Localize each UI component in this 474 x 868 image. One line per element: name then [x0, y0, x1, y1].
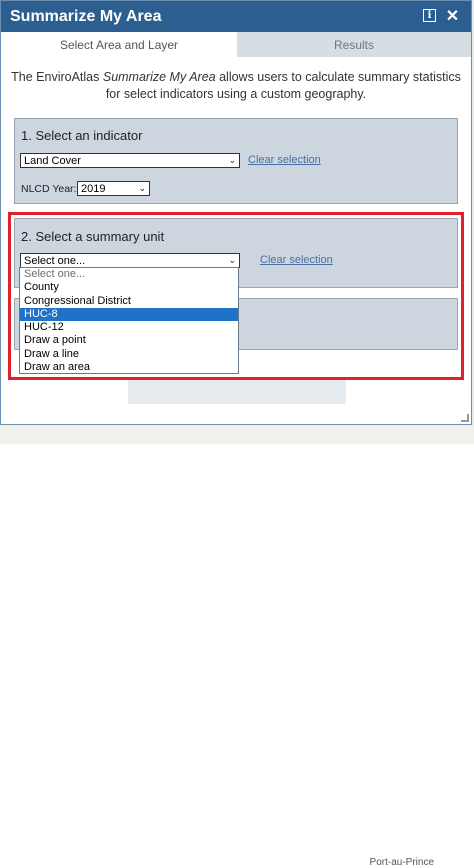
summary-unit-dropdown[interactable]: Select one... County Congressional Distr… — [19, 267, 239, 374]
indicator-section: 1. Select an indicator Land Cover ⌄ Clea… — [14, 118, 458, 204]
nlcd-year-label: NLCD Year: — [21, 183, 77, 195]
nlcd-year-select[interactable]: 2019 ⌄ — [77, 181, 150, 196]
dropdown-option[interactable]: Draw a point — [20, 334, 238, 347]
summary-unit-clear-link[interactable]: Clear selection — [260, 254, 333, 266]
panel-titlebar: Summarize My Area i ✕ — [1, 1, 471, 32]
map-city-label: Port-au-Prince — [369, 857, 434, 868]
close-icon[interactable]: ✕ — [445, 8, 460, 25]
info-icon[interactable]: i — [422, 8, 437, 23]
map-strip: Port-au-Prince — [0, 425, 474, 868]
dropdown-option[interactable]: Draw a line — [20, 348, 238, 361]
dropdown-option[interactable]: HUC-12 — [20, 321, 238, 334]
calculate-button[interactable] — [128, 378, 346, 404]
chevron-down-icon: ⌄ — [228, 155, 236, 165]
chevron-down-icon: ⌄ — [228, 255, 236, 265]
summary-unit-heading: 2. Select a summary unit — [21, 229, 165, 244]
dropdown-option[interactable]: Congressional District — [20, 295, 238, 308]
intro-text: The EnviroAtlas Summarize My Area allows… — [11, 70, 461, 101]
chevron-down-icon: ⌄ — [138, 183, 146, 193]
resize-handle[interactable] — [461, 414, 469, 422]
dropdown-option-selected[interactable]: HUC-8 — [20, 307, 238, 322]
tab-results[interactable]: Results — [237, 32, 471, 57]
indicator-heading: 1. Select an indicator — [21, 128, 143, 143]
dropdown-option[interactable]: Select one... — [20, 268, 238, 281]
panel-title: Summarize My Area — [10, 7, 162, 25]
tab-bar: Select Area and Layer Results — [1, 32, 471, 57]
indicator-clear-link[interactable]: Clear selection — [248, 154, 321, 166]
dropdown-option[interactable]: Draw an area — [20, 361, 238, 374]
dropdown-option[interactable]: County — [20, 281, 238, 294]
indicator-select[interactable]: Land Cover ⌄ — [20, 153, 240, 168]
summary-unit-select[interactable]: Select one... ⌄ — [20, 253, 240, 268]
tab-select-area[interactable]: Select Area and Layer — [1, 32, 237, 57]
